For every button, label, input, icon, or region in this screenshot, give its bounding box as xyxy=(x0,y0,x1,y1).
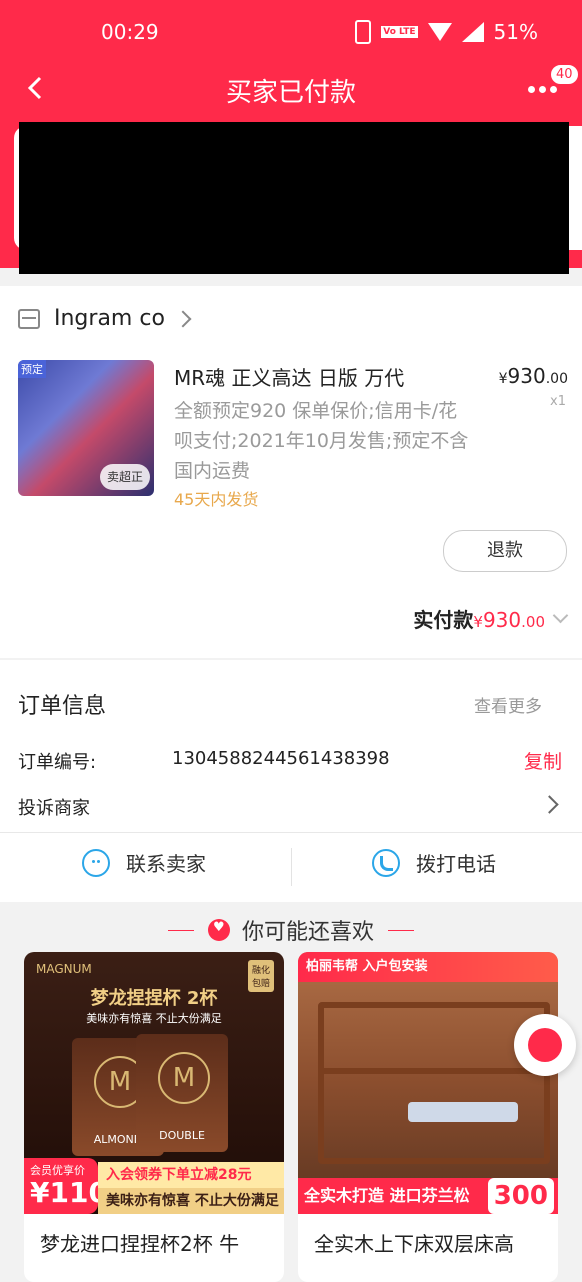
floating-assistant-icon[interactable] xyxy=(514,1014,576,1076)
product-image-badge: 卖超正 xyxy=(100,464,150,490)
signal-icon xyxy=(461,22,484,42)
chevron-right-icon xyxy=(174,310,192,327)
shop-name: Ingram co xyxy=(54,306,165,331)
recommend-item[interactable]: MAGNUM 融化包赔 梦龙捏捏杯 2杯 美味亦有惊喜 不止大份满足 M ALMO… xyxy=(24,952,284,1282)
chevron-down-icon xyxy=(552,607,569,624)
product-image: 柏丽韦帮 入户包安装 全实木打造 进口芬兰松 300 xyxy=(298,952,558,1214)
wifi-icon xyxy=(427,23,452,41)
shipping-note: 45天内发货 xyxy=(174,490,259,509)
preorder-tag: 预定 xyxy=(18,360,46,378)
recommend-item-name: 梦龙进口捏捏杯2杯 牛 xyxy=(40,1232,240,1256)
contact-seller-button[interactable]: 联系卖家 xyxy=(82,848,206,877)
product-price: ¥930.00 xyxy=(498,364,568,388)
shop-link[interactable]: Ingram co xyxy=(18,306,192,331)
refund-button[interactable]: 退款 xyxy=(443,530,567,572)
status-time: 00:29 xyxy=(101,20,159,44)
phone-icon xyxy=(355,20,372,44)
divider xyxy=(0,832,582,833)
product-name[interactable]: MR魂 正义高达 日版 万代 xyxy=(174,362,404,391)
product-quantity: x1 xyxy=(550,394,566,409)
phone-call-icon xyxy=(372,848,400,877)
redacted-block xyxy=(19,122,569,274)
call-button[interactable]: 拨打电话 xyxy=(372,848,496,877)
see-more-link[interactable]: 查看更多 xyxy=(474,692,542,717)
nav-bar: 买家已付款 40 xyxy=(0,64,582,114)
recommend-title: 你可能还喜欢 xyxy=(0,914,582,946)
recommend-item-name: 全实木上下床双层床高 xyxy=(314,1232,514,1256)
bunk-bed-illustration xyxy=(318,1002,550,1164)
chat-icon xyxy=(82,848,110,877)
message-badge: 40 xyxy=(550,64,579,85)
order-number-label: 订单编号: xyxy=(18,752,97,773)
paid-amount[interactable]: 实付款 ¥930.00 xyxy=(413,604,569,633)
shop-icon xyxy=(18,308,40,329)
product-description: 全额预定920 保单保价;信用卡/花呗支付;2021年10月发售;预定不含国内运… xyxy=(174,400,469,482)
order-info-title: 订单信息 xyxy=(18,694,107,719)
complain-seller[interactable]: 投诉商家 xyxy=(18,794,90,820)
vip-price-tag: 会员优享价 ¥110 xyxy=(24,1158,108,1214)
recommend-item[interactable]: 柏丽韦帮 入户包安装 全实木打造 进口芬兰松 300 全实木上下床双层床高 xyxy=(298,952,558,1282)
copy-button[interactable]: 复制 xyxy=(524,747,562,774)
more-icon[interactable] xyxy=(528,86,557,93)
page-title: 买家已付款 xyxy=(225,78,356,108)
battery-level: 51% xyxy=(493,20,538,44)
product-cup: M DOUBLE xyxy=(136,1034,228,1152)
heart-icon xyxy=(207,919,230,941)
divider xyxy=(291,848,292,886)
order-number: 1304588244561438398 xyxy=(172,748,390,769)
product-image[interactable]: 预定 卖超正 xyxy=(18,360,154,496)
status-bar: 00:29 Vo LTE 51% xyxy=(0,20,582,48)
product-image: MAGNUM 融化包赔 梦龙捏捏杯 2杯 美味亦有惊喜 不止大份满足 M ALMO… xyxy=(24,952,284,1214)
volte-icon: Vo LTE xyxy=(381,26,418,38)
